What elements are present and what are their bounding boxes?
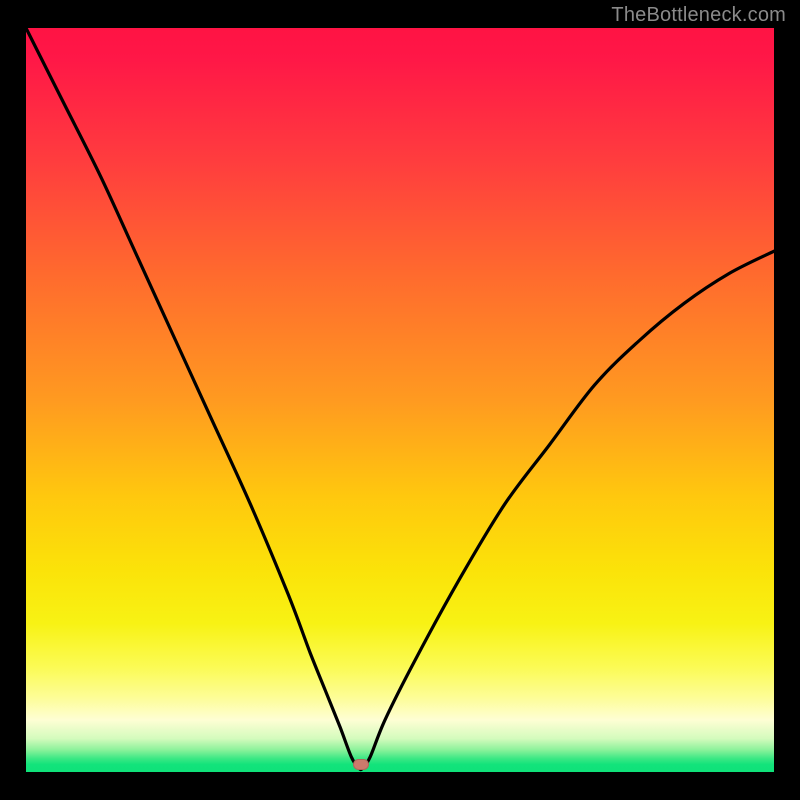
curve-path: [26, 28, 774, 770]
plot-area: [26, 28, 774, 772]
bottleneck-curve: [26, 28, 774, 772]
watermark-text: TheBottleneck.com: [611, 4, 786, 27]
optimum-marker: [353, 759, 369, 770]
chart-stage: TheBottleneck.com: [0, 0, 800, 800]
